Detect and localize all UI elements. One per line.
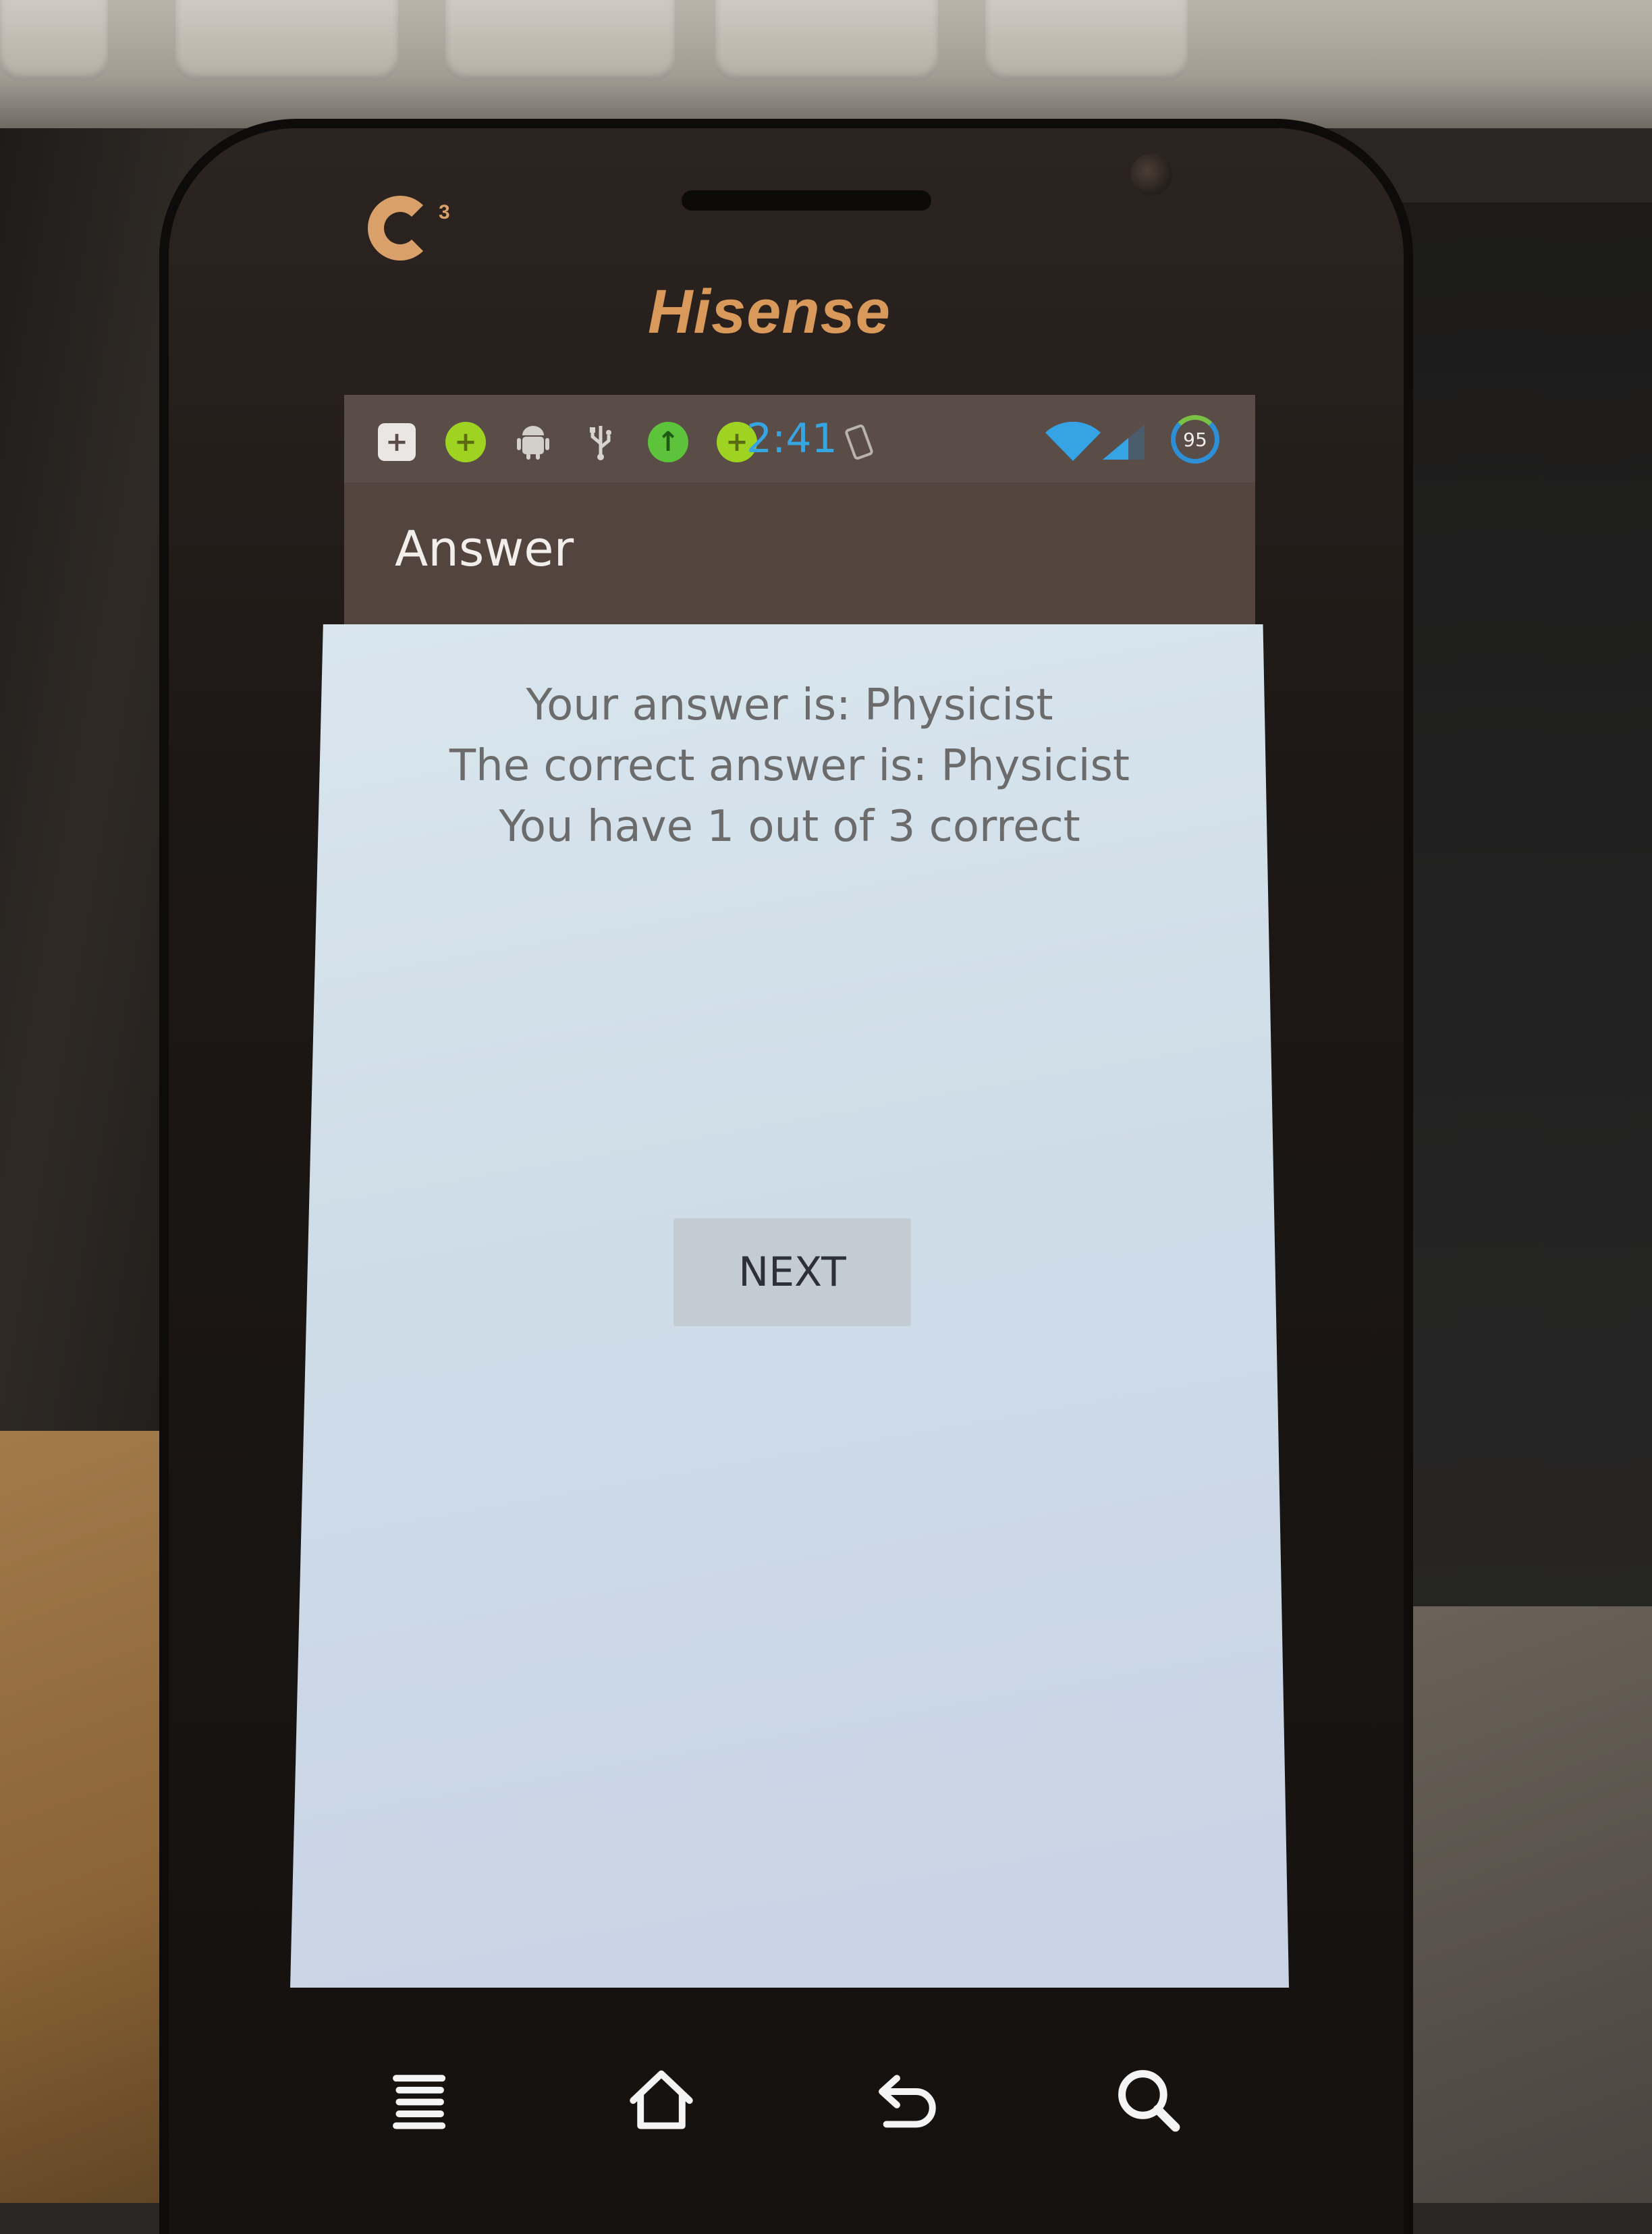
navigation-keys bbox=[270, 2032, 1323, 2194]
green-upload-icon: ↑ bbox=[648, 422, 688, 462]
keyboard-key bbox=[0, 0, 108, 81]
keyboard-key bbox=[175, 0, 398, 81]
app-header: + + ↑ + 2:41 95 Answer bbox=[344, 395, 1255, 638]
brand-logo: Hisense bbox=[648, 277, 891, 346]
carrier-logo-icon bbox=[368, 196, 433, 261]
your-answer-text: Your answer is: Physicist bbox=[526, 680, 1053, 730]
status-time: 2:41 bbox=[746, 415, 837, 462]
back-icon[interactable] bbox=[857, 2052, 952, 2146]
wifi-icon bbox=[1043, 422, 1103, 462]
page-title: Answer bbox=[395, 520, 574, 577]
keyboard-key bbox=[985, 0, 1188, 81]
next-button[interactable]: NEXT bbox=[673, 1218, 911, 1326]
answer-content: Your answer is: Physicist The correct an… bbox=[290, 624, 1289, 1988]
search-icon[interactable] bbox=[1100, 2052, 1194, 2146]
background-object bbox=[1377, 1606, 1652, 2203]
score-text: You have 1 out of 3 correct bbox=[499, 802, 1080, 852]
android-debug-icon bbox=[513, 422, 553, 462]
carrier-logo-superscript: 3 bbox=[439, 201, 450, 223]
signal-icon bbox=[1100, 422, 1147, 462]
battery-icon: 95 bbox=[1171, 415, 1219, 464]
plus-box-icon: + bbox=[378, 423, 416, 461]
home-icon[interactable] bbox=[614, 2052, 709, 2146]
menu-icon[interactable] bbox=[371, 2052, 466, 2146]
status-bar: + + ↑ + 2:41 95 bbox=[344, 395, 1255, 483]
background-keyboard bbox=[0, 0, 1652, 128]
rotate-icon bbox=[844, 422, 877, 462]
earpiece bbox=[682, 190, 931, 211]
result-text-block: Your answer is: Physicist The correct an… bbox=[290, 675, 1289, 857]
keyboard-key bbox=[445, 0, 675, 81]
keyboard-key bbox=[715, 0, 938, 81]
correct-answer-text: The correct answer is: Physicist bbox=[449, 741, 1130, 791]
green-plugin-icon: + bbox=[445, 422, 486, 462]
front-camera bbox=[1130, 154, 1172, 196]
usb-icon bbox=[580, 422, 621, 462]
battery-level: 95 bbox=[1183, 428, 1207, 451]
action-bar: Answer bbox=[344, 483, 1255, 624]
